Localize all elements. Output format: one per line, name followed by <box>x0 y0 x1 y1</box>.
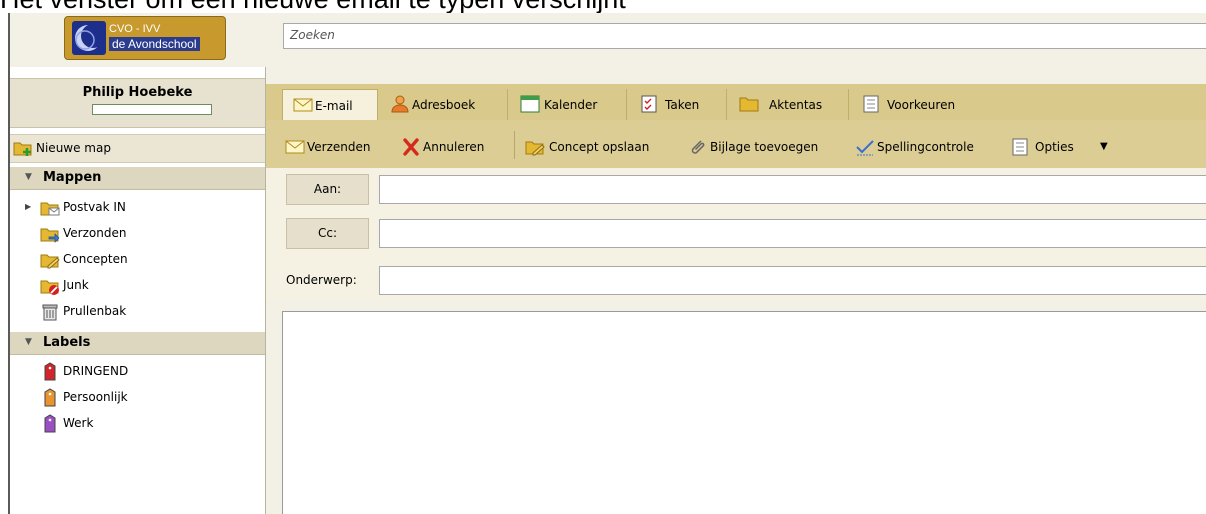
folder-label: Junk <box>63 278 89 292</box>
save-draft-label: Concept opslaan <box>549 140 650 154</box>
page-caption: Het venster om een nieuwe email te typen… <box>0 0 626 14</box>
junk-folder-icon <box>40 276 60 296</box>
tab-label: Voorkeuren <box>887 98 956 112</box>
subject-label: Onderwerp: <box>286 273 357 287</box>
label-item-persoonlijk[interactable]: Persoonlijk <box>10 386 265 410</box>
label-text: DRINGEND <box>63 364 129 378</box>
search-input[interactable]: Zoeken <box>283 23 1206 49</box>
add-attachment-button[interactable]: Bijlage toevoegen <box>688 138 848 158</box>
cancel-button[interactable]: Annuleren <box>401 138 506 158</box>
send-button[interactable]: Verzenden <box>285 138 390 158</box>
tag-icon <box>40 362 60 382</box>
calendar-icon <box>520 95 540 113</box>
folder-item-sent[interactable]: Verzonden <box>10 222 265 246</box>
folder-label: Verzonden <box>63 226 127 240</box>
logo-line1: CVO - IVV <box>109 23 161 35</box>
logo-line2: de Avondschool <box>109 37 200 51</box>
tab-label: Aktentas <box>769 98 823 112</box>
tasks-icon <box>639 95 659 113</box>
labels-header-label: Labels <box>43 335 91 350</box>
folder-item-inbox[interactable]: ▶ Postvak IN <box>10 196 265 220</box>
folder-item-drafts[interactable]: Concepten <box>10 248 265 272</box>
new-folder-icon <box>13 139 33 157</box>
dropdown-triangle-icon: ▼ <box>1100 141 1108 152</box>
collapse-triangle-icon: ▼ <box>25 172 32 182</box>
sent-folder-icon <box>40 224 60 244</box>
spellcheck-label: Spellingcontrole <box>877 140 974 154</box>
tab-calendar[interactable]: Kalender <box>508 89 627 120</box>
tag-icon <box>40 414 60 434</box>
preferences-icon <box>1010 138 1030 156</box>
cancel-label: Annuleren <box>423 140 485 154</box>
tab-label: Adresboek <box>412 98 476 112</box>
paperclip-icon <box>688 138 708 156</box>
folder-item-junk[interactable]: Junk <box>10 274 265 298</box>
tab-tasks[interactable]: Taken <box>627 89 727 120</box>
drafts-folder-icon <box>40 250 60 270</box>
folder-label: Prullenbak <box>63 304 127 318</box>
new-folder-button[interactable]: Nieuwe map <box>10 134 265 163</box>
user-name: Philip Hoebeke <box>82 85 193 100</box>
envelope-icon <box>293 96 313 114</box>
tab-preferences[interactable]: Voorkeuren <box>849 89 989 120</box>
message-body-editor[interactable] <box>282 311 1206 514</box>
close-x-icon <box>401 138 421 156</box>
save-draft-button[interactable]: Concept opslaan <box>525 138 677 158</box>
folders-section-header[interactable]: ▼ Mappen <box>10 167 265 190</box>
options-label: Opties <box>1035 140 1074 154</box>
tag-icon <box>40 388 60 408</box>
drafts-folder-icon <box>525 138 545 156</box>
preferences-icon <box>861 95 881 113</box>
checkmark-icon <box>855 138 875 156</box>
options-menu-button[interactable]: Opties ▼ <box>1010 138 1115 158</box>
label-text: Werk <box>63 416 94 430</box>
folder-item-trash[interactable]: Prullenbak <box>10 300 265 324</box>
moon-logo-icon <box>72 21 106 55</box>
folder-label: Concepten <box>63 252 128 266</box>
envelope-icon <box>285 138 305 156</box>
to-input[interactable] <box>379 175 1206 204</box>
school-logo[interactable]: CVO - IVV de Avondschool <box>64 16 226 60</box>
label-item-werk[interactable]: Werk <box>10 412 265 436</box>
send-label: Verzenden <box>307 140 371 154</box>
inbox-folder-icon <box>40 198 60 218</box>
tab-label: Kalender <box>544 98 598 112</box>
quota-bar <box>92 104 212 115</box>
user-panel: Philip Hoebeke <box>10 78 265 128</box>
add-attachment-label: Bijlage toevoegen <box>710 140 819 154</box>
tab-label: E-mail <box>315 99 353 113</box>
expand-arrow-icon[interactable]: ▶ <box>25 202 31 211</box>
label-item-dringend[interactable]: DRINGEND <box>10 360 265 384</box>
cc-button[interactable]: Cc: <box>286 218 369 249</box>
briefcase-folder-icon <box>739 95 759 113</box>
tab-addressbook[interactable]: Adresboek <box>378 89 508 120</box>
folder-label: Postvak IN <box>63 200 126 214</box>
tab-briefcase[interactable]: Aktentas <box>727 89 849 120</box>
contacts-icon <box>390 95 410 113</box>
tab-email[interactable]: E-mail <box>282 89 378 120</box>
new-folder-label: Nieuwe map <box>36 141 111 155</box>
subject-input[interactable] <box>379 266 1206 295</box>
tab-label: Taken <box>665 98 700 112</box>
spellcheck-button[interactable]: Spellingcontrole <box>855 138 1000 158</box>
folders-header-label: Mappen <box>43 170 102 185</box>
cc-input[interactable] <box>379 219 1206 248</box>
trash-icon <box>40 302 60 322</box>
labels-section-header[interactable]: ▼ Labels <box>10 332 265 355</box>
collapse-triangle-icon: ▼ <box>25 337 32 347</box>
label-text: Persoonlijk <box>63 390 128 404</box>
to-button[interactable]: Aan: <box>286 174 369 205</box>
toolbar-separator <box>514 131 515 159</box>
